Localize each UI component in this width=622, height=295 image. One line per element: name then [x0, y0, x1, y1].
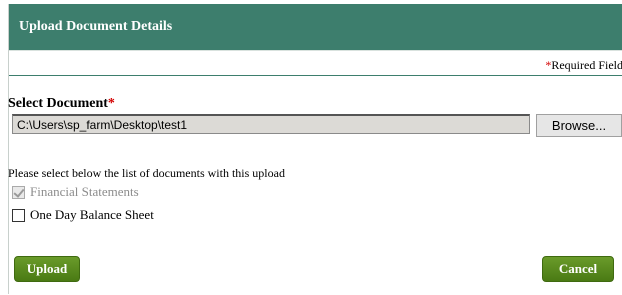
select-document-asterisk: *: [107, 96, 115, 111]
select-document-text: Select Document: [8, 96, 108, 111]
upload-document-dialog: Upload Document Details *Required Field: [8, 4, 622, 294]
option-financial-statements: Financial Statements: [12, 184, 139, 200]
browse-button[interactable]: Browse...: [536, 114, 622, 137]
upload-button[interactable]: Upload: [14, 256, 80, 282]
document-list-instructions: Please select below the list of document…: [8, 166, 285, 180]
one-day-balance-sheet-label[interactable]: One Day Balance Sheet: [30, 207, 154, 223]
financial-statements-label: Financial Statements: [30, 184, 139, 199]
file-path-field[interactable]: C:\Users\sp_farm\Desktop\test1: [12, 114, 530, 134]
select-document-label: Select Document*: [8, 96, 115, 112]
header-divider: [9, 50, 622, 51]
option-one-day-balance-sheet[interactable]: One Day Balance Sheet: [12, 207, 154, 223]
dialog-header: Upload Document Details: [9, 4, 622, 50]
required-field-note: *Required Field: [545, 58, 622, 73]
required-field-text: Required Field: [551, 58, 622, 72]
one-day-balance-sheet-checkbox[interactable]: [12, 208, 25, 222]
financial-statements-checkbox: [12, 185, 25, 199]
required-field-bar: *Required Field: [9, 54, 622, 76]
cancel-button[interactable]: Cancel: [542, 256, 614, 282]
dialog-title: Upload Document Details: [19, 19, 173, 34]
